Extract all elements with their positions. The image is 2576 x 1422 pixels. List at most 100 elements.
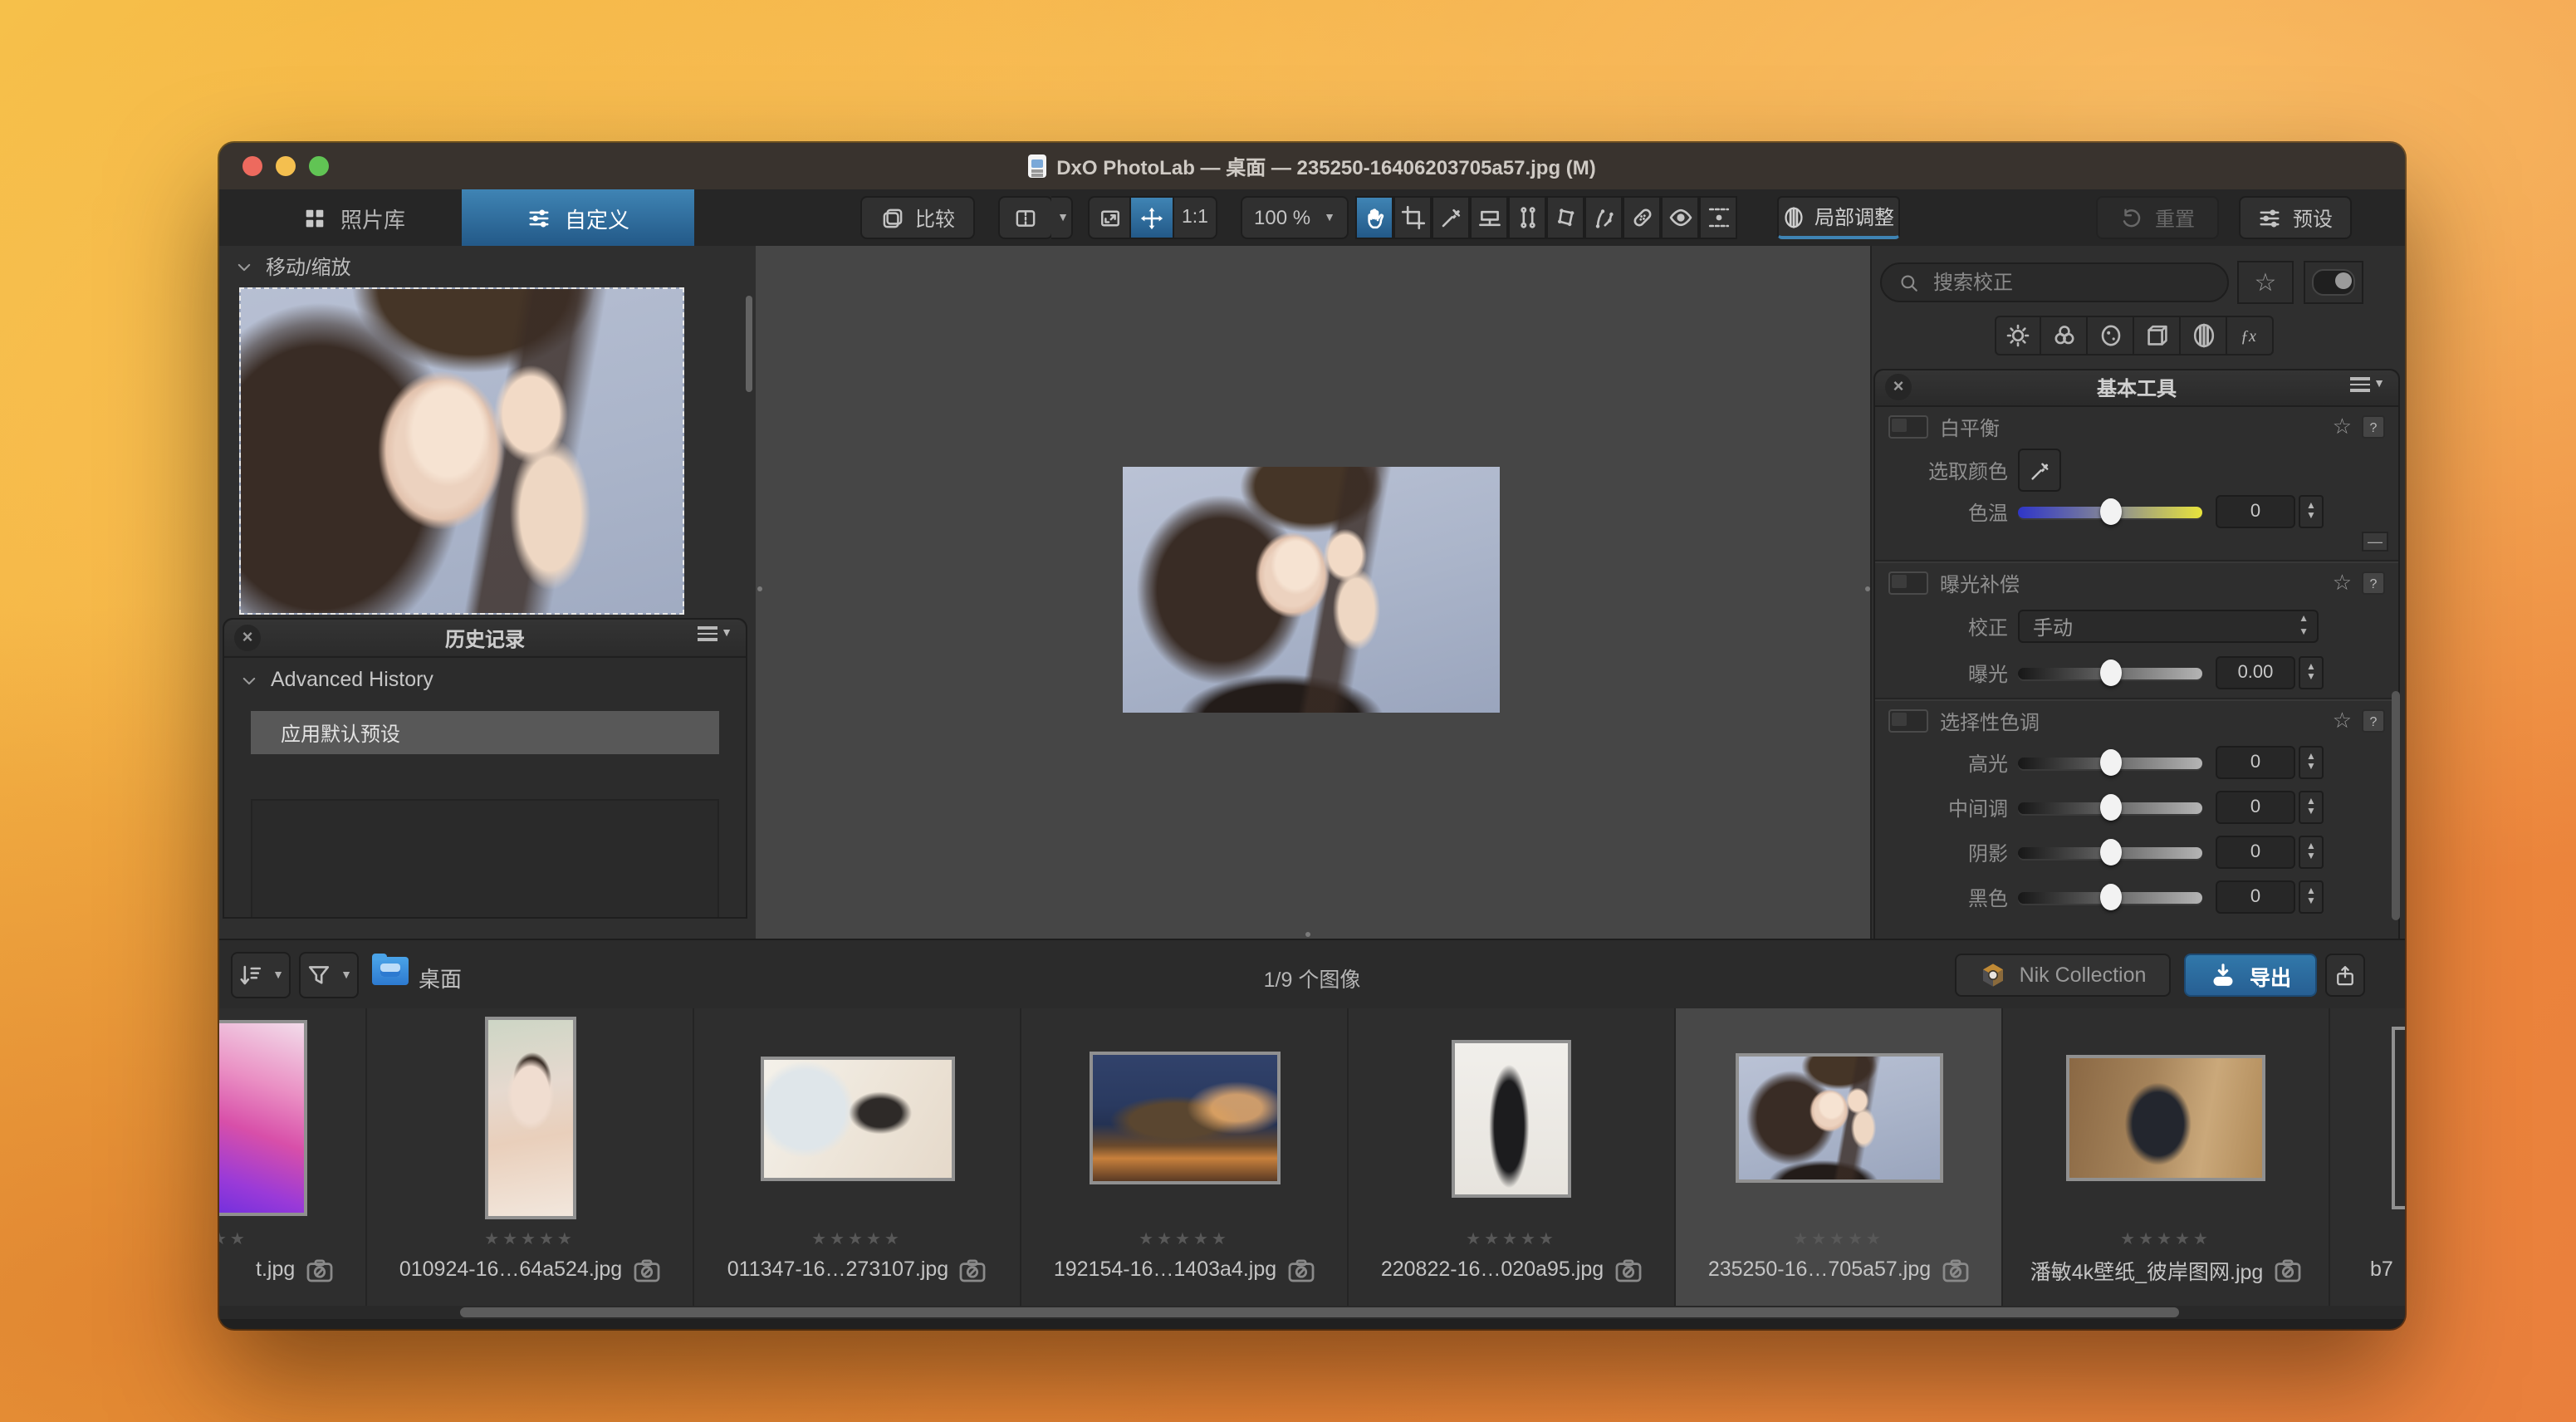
upright-tool-button[interactable] — [1508, 196, 1546, 239]
fit-screen-button[interactable] — [1088, 196, 1131, 239]
tone-value[interactable]: 0 — [2216, 880, 2295, 914]
rating-stars[interactable]: ★★★★★ — [2003, 1231, 2329, 1249]
splitter-handle[interactable] — [1305, 932, 1310, 937]
title-bar[interactable]: DxO PhotoLab — 桌面 — 235250-16406203705a5… — [219, 143, 2405, 191]
sort-button[interactable]: ▼ — [231, 952, 291, 998]
filmstrip-item[interactable]: ★★★★★235250-16…705a57.jpg — [1676, 1008, 2003, 1306]
main-photo[interactable] — [1123, 467, 1500, 713]
slider-knob[interactable] — [2099, 498, 2121, 525]
move-zoom-header[interactable]: 移动/缩放 — [219, 246, 756, 286]
selective-tone-checkbox[interactable] — [1888, 709, 1928, 733]
filmstrip-item[interactable]: ★★★★★010924-16…64a524.jpg — [367, 1008, 694, 1306]
exposure-stepper[interactable]: ▲▼ — [2299, 656, 2324, 689]
eyedropper-tool-button[interactable] — [1432, 196, 1470, 239]
thumbnail-image[interactable] — [760, 1056, 954, 1180]
help-icon[interactable]: ? — [2362, 709, 2385, 733]
slider-knob[interactable] — [2099, 839, 2121, 865]
tab-customize[interactable]: 自定义 — [462, 189, 694, 246]
filmstrip-item[interactable]: ★★★★★b7 — [2330, 1008, 2405, 1306]
filmstrip-item[interactable]: ★★★★★220822-16…020a95.jpg — [1349, 1008, 1676, 1306]
splitter-handle[interactable] — [757, 586, 762, 591]
white-balance-checkbox[interactable] — [1888, 415, 1928, 439]
zoom-select[interactable]: 100 % ▼ — [1241, 196, 1349, 239]
tone-stepper[interactable]: ▲▼ — [2299, 836, 2324, 869]
horizon-tool-button[interactable] — [1470, 196, 1508, 239]
split-view-dropdown[interactable]: ▼ — [1051, 196, 1073, 239]
category-detail-button[interactable] — [2088, 316, 2134, 356]
category-color-button[interactable] — [2041, 316, 2088, 356]
search-correction-box[interactable] — [1880, 262, 2229, 302]
filmstrip-scrollbar[interactable] — [219, 1306, 2405, 1319]
search-input[interactable] — [1930, 269, 2211, 296]
tone-slider[interactable] — [2018, 846, 2202, 858]
tone-value[interactable]: 0 — [2216, 746, 2295, 779]
export-button[interactable]: 导出 — [2184, 954, 2317, 997]
close-icon[interactable]: × — [234, 625, 261, 651]
nik-collection-button[interactable]: Nik Collection — [1955, 954, 2171, 997]
compare-button[interactable]: 比较 — [860, 196, 975, 239]
one-to-one-button[interactable]: 1:1 — [1174, 196, 1217, 239]
tone-slider[interactable] — [2018, 802, 2202, 813]
filmstrip-item[interactable]: ★★★★★t.jpg — [219, 1008, 367, 1306]
thumbnail-image[interactable] — [219, 1020, 307, 1216]
category-geometry-button[interactable] — [2134, 316, 2181, 356]
slider-knob[interactable] — [2099, 660, 2121, 686]
tab-photo-library[interactable]: 照片库 — [246, 189, 462, 246]
perspective-tool-button[interactable] — [1546, 196, 1584, 239]
exposure-value[interactable]: 0.00 — [2216, 656, 2295, 689]
rating-stars[interactable]: ★★★★★ — [1676, 1231, 2001, 1249]
menu-icon[interactable]: ▼ — [698, 626, 732, 641]
rating-stars[interactable]: ★★★★★ — [2330, 1231, 2405, 1249]
temperature-stepper[interactable]: ▲▼ — [2299, 495, 2324, 528]
tone-stepper[interactable]: ▲▼ — [2299, 880, 2324, 914]
filmstrip-item[interactable]: ★★★★★潘敏4k壁纸_彼岸图网.jpg — [2003, 1008, 2330, 1306]
category-light-button[interactable] — [1995, 316, 2041, 356]
move-tool-button[interactable] — [1131, 196, 1174, 239]
heal-tool-button[interactable] — [1623, 196, 1661, 239]
red-eye-tool-button[interactable] — [1661, 196, 1699, 239]
image-canvas[interactable] — [756, 246, 1872, 939]
tone-value[interactable]: 0 — [2216, 836, 2295, 869]
temperature-slider[interactable] — [2018, 506, 2202, 517]
filter-button[interactable]: ▼ — [299, 952, 359, 998]
rating-stars[interactable]: ★★★★★ — [694, 1231, 1020, 1249]
right-scrollbar[interactable] — [2392, 691, 2400, 920]
temperature-value[interactable]: 0 — [2216, 495, 2295, 528]
history-item[interactable]: 应用默认预设 — [251, 711, 719, 754]
thumbnail-image[interactable] — [1735, 1053, 1942, 1183]
slider-knob[interactable] — [2099, 884, 2121, 910]
help-icon[interactable]: ? — [2362, 571, 2385, 595]
menu-icon[interactable]: ▼ — [2350, 377, 2385, 392]
control-points-tool-button[interactable] — [1584, 196, 1623, 239]
thumbnail-image[interactable] — [1452, 1039, 1571, 1197]
exposure-slider[interactable] — [2018, 667, 2202, 679]
spot-weighted-tool-button[interactable] — [1699, 196, 1737, 239]
collapse-sliders-button[interactable]: — — [2362, 532, 2388, 552]
tone-slider[interactable] — [2018, 891, 2202, 903]
reset-button[interactable]: 重置 — [2096, 196, 2219, 239]
thumbnail-image[interactable] — [484, 1017, 575, 1219]
help-icon[interactable]: ? — [2362, 415, 2385, 439]
tone-slider[interactable] — [2018, 757, 2202, 768]
category-local-button[interactable] — [2181, 316, 2227, 356]
left-scrollbar[interactable] — [746, 296, 752, 392]
star-icon[interactable]: ☆ — [2333, 708, 2352, 734]
thumbnail-image[interactable] — [1089, 1052, 1280, 1184]
close-icon[interactable]: × — [1885, 374, 1912, 400]
selective-tone-header[interactable]: 选择性色调 ☆? — [1875, 706, 2398, 736]
tone-value[interactable]: 0 — [2216, 791, 2295, 824]
star-icon[interactable]: ☆ — [2333, 414, 2352, 440]
rating-stars[interactable]: ★★★★★ — [1021, 1231, 1347, 1249]
slider-knob[interactable] — [2099, 794, 2121, 821]
slider-knob[interactable] — [2099, 749, 2121, 776]
navigator-preview[interactable] — [239, 287, 684, 615]
eyedropper-button[interactable] — [2018, 449, 2061, 492]
category-effects-button[interactable]: ƒx — [2227, 316, 2274, 356]
tone-stepper[interactable]: ▲▼ — [2299, 791, 2324, 824]
active-corrections-toggle[interactable] — [2304, 261, 2363, 304]
exposure-checkbox[interactable] — [1888, 571, 1928, 595]
rating-stars[interactable]: ★★★★★ — [219, 1231, 365, 1249]
local-adjustments-button[interactable]: 局部调整 — [1777, 196, 1900, 239]
white-balance-header[interactable]: 白平衡 ☆? — [1875, 412, 2398, 442]
tone-stepper[interactable]: ▲▼ — [2299, 746, 2324, 779]
